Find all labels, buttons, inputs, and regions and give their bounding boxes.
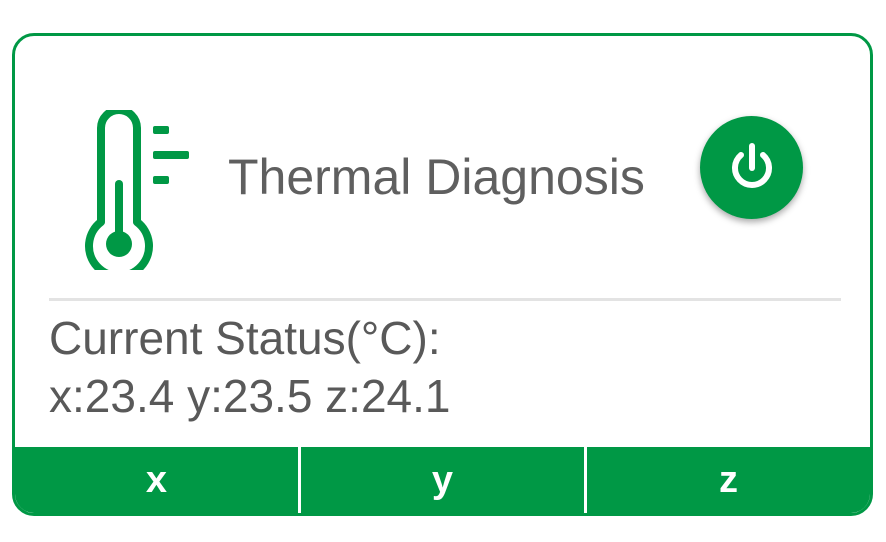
power-button[interactable] [700, 116, 803, 219]
status-label: Current Status(°C): [49, 312, 441, 364]
divider [49, 298, 841, 301]
tab-y[interactable]: y [298, 447, 584, 513]
card-title: Thermal Diagnosis [228, 149, 645, 205]
current-status: Current Status(°C): x:23.4 y:23.5 z:24.1 [49, 309, 451, 425]
tab-x[interactable]: x [15, 447, 298, 513]
thermal-diagnosis-card: Thermal Diagnosis Current Status(°C): x:… [12, 33, 873, 516]
tab-z[interactable]: z [584, 447, 870, 513]
thermometer-icon [85, 110, 189, 270]
page: Thermal Diagnosis Current Status(°C): x:… [0, 0, 886, 542]
power-icon [731, 142, 772, 188]
card-header: Thermal Diagnosis [15, 36, 870, 301]
axis-tabs: x y z [15, 447, 870, 513]
status-values: x:23.4 y:23.5 z:24.1 [49, 370, 451, 422]
